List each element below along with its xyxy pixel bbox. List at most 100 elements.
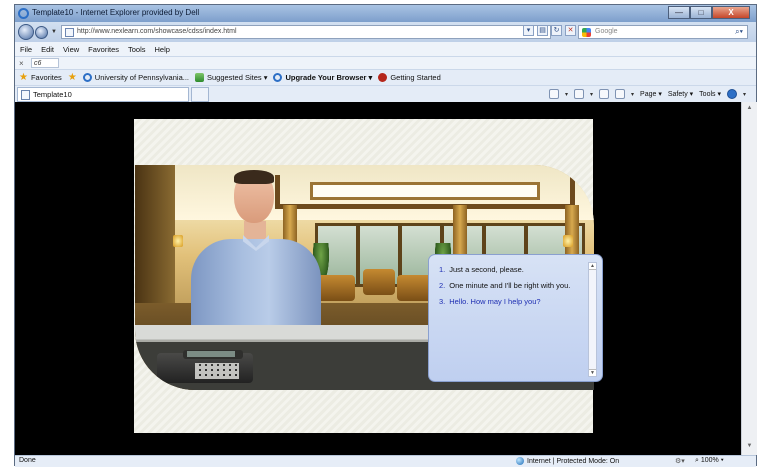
chevron-down-icon[interactable]: ▾ bbox=[631, 91, 634, 98]
favorite-link-label: Upgrade Your Browser ▾ bbox=[285, 73, 373, 82]
tab-bar: Template10 ▾ ▾ ▾ Page ▾ Safety ▾ Tools ▾… bbox=[15, 85, 756, 102]
option-text: One minute and I'll be right with you. bbox=[449, 281, 571, 290]
close-icon[interactable]: × bbox=[19, 59, 31, 68]
dropdown-icon[interactable]: ▾ bbox=[523, 25, 534, 36]
search-field[interactable]: Google ⌕▾ bbox=[578, 25, 748, 39]
armchair bbox=[363, 269, 395, 295]
home-icon[interactable] bbox=[549, 89, 559, 99]
stop-icon[interactable]: ✕ bbox=[565, 25, 576, 36]
help-icon[interactable] bbox=[726, 89, 737, 99]
ceiling-light-panel bbox=[310, 182, 540, 200]
page-icon bbox=[21, 89, 30, 100]
search-placeholder: Google bbox=[595, 28, 618, 35]
tab-label: Template10 bbox=[33, 90, 72, 99]
response-option-1[interactable]: 1. Just a second, please. bbox=[439, 265, 589, 274]
url-text: http://www.nexlearn.com/showcase/cdss/in… bbox=[77, 28, 237, 35]
neck bbox=[244, 221, 266, 239]
wall-lamp bbox=[563, 235, 573, 247]
refresh-icon[interactable]: ↻ bbox=[551, 25, 562, 36]
favorites-bar: ★ Favorites ★ University of Pennsylvania… bbox=[15, 69, 756, 85]
menu-favorites[interactable]: Favorites bbox=[88, 45, 119, 54]
window-title: Template10 - Internet Explorer provided … bbox=[32, 8, 200, 17]
command-bar: ▾ ▾ ▾ Page ▾ Safety ▾ Tools ▾ ▾ bbox=[549, 89, 746, 99]
search-icon[interactable]: ⌕▾ bbox=[735, 27, 743, 37]
scroll-down-icon[interactable]: ▼ bbox=[589, 369, 596, 376]
status-text: Done bbox=[19, 457, 36, 464]
option-number: 3. bbox=[439, 297, 446, 306]
option-number: 1. bbox=[439, 265, 446, 274]
back-button[interactable] bbox=[18, 24, 34, 40]
maximize-button[interactable]: □ bbox=[690, 6, 712, 19]
response-options-panel: 1. Just a second, please. 2. One minute an… bbox=[428, 254, 603, 382]
zoom-value: 100% bbox=[700, 457, 719, 464]
new-tab-button[interactable] bbox=[191, 87, 209, 102]
favorite-link-suggested[interactable]: Suggested Sites ▾ bbox=[195, 73, 267, 82]
phone-keypad bbox=[195, 363, 239, 379]
phone-display bbox=[187, 351, 235, 357]
history-dropdown-icon[interactable]: ▼ bbox=[51, 29, 57, 35]
option-text: Just a second, please. bbox=[449, 265, 524, 274]
internet-explorer-icon bbox=[18, 8, 29, 19]
find-field[interactable]: c6 bbox=[31, 58, 59, 68]
option-text: Hello. How may I help you? bbox=[449, 297, 541, 306]
star-icon: ★ bbox=[19, 71, 28, 83]
security-zone[interactable]: Internet | Protected Mode: On bbox=[516, 457, 619, 465]
favorite-link-getting-started[interactable]: Getting Started bbox=[378, 73, 441, 82]
menu-tools[interactable]: Tools bbox=[128, 45, 146, 54]
print-icon[interactable] bbox=[615, 89, 626, 99]
menu-view[interactable]: View bbox=[63, 45, 79, 54]
scroll-down-icon[interactable]: ▼ bbox=[745, 443, 754, 452]
page-menu[interactable]: Page ▾ bbox=[640, 90, 662, 98]
options-scrollbar[interactable]: ▲ ▼ bbox=[588, 262, 597, 377]
favorite-link-upgrade[interactable]: Upgrade Your Browser ▾ bbox=[273, 73, 372, 82]
zoom-level[interactable]: ⌕ 100% ▾ bbox=[695, 457, 724, 465]
tools-menu[interactable]: Tools ▾ bbox=[699, 90, 721, 98]
mail-icon[interactable] bbox=[599, 89, 610, 99]
getting-started-icon bbox=[378, 73, 388, 82]
url-field[interactable]: http://www.nexlearn.com/showcase/cdss/in… bbox=[61, 25, 551, 39]
ie-page-icon bbox=[82, 73, 92, 82]
tab-template10[interactable]: Template10 bbox=[17, 87, 189, 102]
scroll-up-icon[interactable]: ▲ bbox=[745, 105, 754, 114]
chevron-down-icon[interactable]: ▾ bbox=[565, 91, 568, 98]
favorite-link-label: University of Pennsylvania... bbox=[94, 73, 189, 82]
favorites-button[interactable]: ★ Favorites bbox=[19, 71, 62, 83]
google-icon bbox=[582, 28, 591, 37]
option-number: 2. bbox=[439, 281, 446, 290]
response-option-3[interactable]: 3. Hello. How may I help you? bbox=[439, 297, 589, 306]
menu-file[interactable]: File bbox=[20, 45, 32, 54]
menu-edit[interactable]: Edit bbox=[41, 45, 54, 54]
menu-help[interactable]: Help bbox=[155, 45, 170, 54]
address-controls: ▾ ▤ ↻ ✕ bbox=[523, 25, 576, 36]
hair bbox=[234, 170, 274, 184]
forward-button[interactable] bbox=[35, 26, 48, 39]
response-option-2[interactable]: 2. One minute and I'll be right with you. bbox=[439, 281, 589, 290]
zone-label: Internet | Protected Mode: On bbox=[527, 457, 620, 465]
chevron-down-icon[interactable]: ▾ bbox=[590, 91, 593, 98]
window-controls: — □ X bbox=[668, 6, 750, 19]
page-icon bbox=[65, 28, 74, 37]
wall-lamp bbox=[173, 235, 183, 247]
favorite-link-label: Getting Started bbox=[390, 73, 441, 82]
links-bar: × c6 bbox=[15, 56, 756, 69]
title-bar: Template10 - Internet Explorer provided … bbox=[15, 5, 756, 22]
scroll-up-icon[interactable]: ▲ bbox=[589, 263, 596, 270]
compatibility-icon[interactable]: ▤ bbox=[537, 25, 548, 36]
response-options-list: 1. Just a second, please. 2. One minute an… bbox=[439, 265, 589, 313]
favorites-label: Favorites bbox=[30, 73, 62, 82]
sofa bbox=[315, 275, 355, 301]
address-bar: ▼ http://www.nexlearn.com/showcase/cdss/… bbox=[15, 22, 756, 42]
suggested-sites-icon bbox=[195, 73, 204, 82]
chevron-down-icon[interactable]: ▾ bbox=[743, 91, 746, 98]
minimize-button[interactable]: — bbox=[668, 6, 690, 19]
protected-mode-icon[interactable]: ⚙▾ bbox=[675, 457, 685, 465]
add-favorite-icon[interactable]: ★ bbox=[68, 72, 77, 83]
favorite-link-label: Suggested Sites ▾ bbox=[207, 73, 268, 82]
close-button[interactable]: X bbox=[712, 6, 750, 19]
ie-page-icon bbox=[273, 73, 283, 82]
safety-menu[interactable]: Safety ▾ bbox=[668, 90, 693, 98]
status-bar: Done Internet | Protected Mode: On ⚙▾ ⌕ … bbox=[15, 455, 756, 467]
vertical-scrollbar[interactable]: ▲ ▼ bbox=[741, 102, 757, 455]
favorite-link-penn[interactable]: University of Pennsylvania... bbox=[82, 73, 189, 82]
feeds-icon[interactable] bbox=[574, 89, 585, 99]
